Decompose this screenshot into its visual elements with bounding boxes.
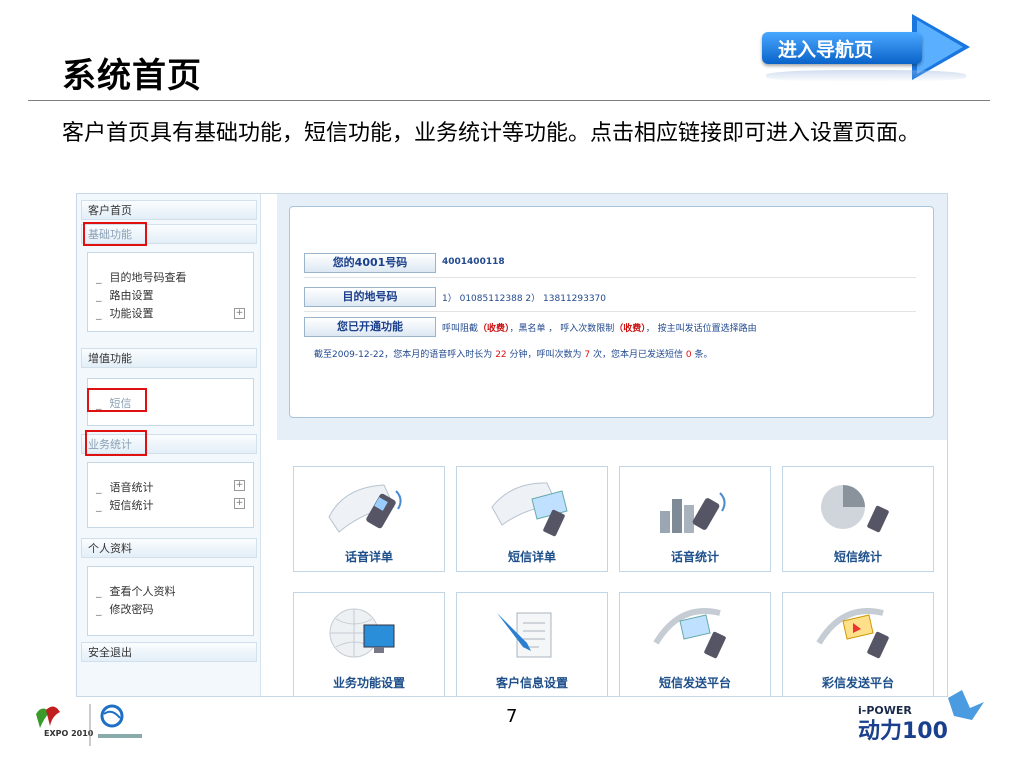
sidebar-item-sms-stats[interactable]: _ 短信统计 bbox=[96, 497, 154, 513]
expand-icon[interactable]: + bbox=[234, 480, 245, 491]
enter-navigation-button[interactable]: 进入导航页 bbox=[762, 14, 974, 86]
tile-label: 短信统计 bbox=[833, 550, 882, 564]
label-4001-number: 您的4001号码 bbox=[304, 253, 436, 273]
expand-icon[interactable]: + bbox=[234, 308, 245, 319]
dongli100-text: 动力100 bbox=[858, 719, 948, 744]
stats-panel: _ 语音统计 _ 短信统计 + + bbox=[87, 462, 254, 528]
sms-platform-icon bbox=[653, 608, 726, 659]
sidebar-item-logout[interactable]: 安全退出 bbox=[81, 642, 257, 662]
tile-sms-platform[interactable]: 短信发送平台 bbox=[619, 592, 771, 696]
sms-stats-icon bbox=[821, 485, 889, 533]
mms-platform-icon bbox=[816, 608, 889, 659]
tile-label: 短信详单 bbox=[507, 550, 556, 564]
sidebar-item-change-password[interactable]: _ 修改密码 bbox=[96, 601, 154, 617]
slide-description: 客户首页具有基础功能，短信功能，业务统计等功能。点击相应链接即可进入设置页面。 bbox=[62, 121, 921, 146]
tile-customer-info-settings[interactable]: 客户信息设置 bbox=[456, 592, 608, 696]
title-divider bbox=[28, 100, 990, 101]
sms-detail-icon bbox=[491, 482, 568, 537]
tile-label: 客户信息设置 bbox=[495, 676, 568, 690]
sidebar-item-value-added[interactable]: 增值功能 bbox=[81, 348, 257, 368]
page-number: 7 bbox=[506, 706, 518, 727]
value-destination-number: 1） 01085112388 2） 13811293370 bbox=[442, 294, 607, 304]
ipower-logo: i-POWER 动力100 bbox=[852, 690, 992, 750]
expand-icon[interactable]: + bbox=[234, 498, 245, 509]
sidebar: 客户首页 基础功能 _ 目的地号码查看 _ 路由设置 _ 功能设置 + 增值功能 _ 短… bbox=[77, 194, 261, 696]
sidebar-item-destination[interactable]: _ 目的地号码查看 bbox=[96, 269, 187, 285]
basic-panel: _ 目的地号码查看 _ 路由设置 _ 功能设置 + bbox=[87, 252, 254, 332]
monthly-usage-summary: 截至2009-12-22，您本月的语音呼入时长为 22 分钟，呼叫次数为 7 次… bbox=[314, 350, 713, 360]
tile-label: 话音详单 bbox=[344, 550, 393, 564]
tile-label: 彩信发送平台 bbox=[821, 676, 894, 690]
voice-stats-icon bbox=[660, 492, 726, 533]
sidebar-item-routing[interactable]: _ 路由设置 bbox=[96, 287, 154, 303]
expo-logo-text: EXPO 2010 bbox=[44, 729, 94, 738]
label-destination-number: 目的地号码 bbox=[304, 287, 436, 307]
tile-sms-detail[interactable]: 短信详单 bbox=[456, 466, 608, 572]
tile-label: 话音统计 bbox=[670, 550, 719, 564]
slide-title: 系统首页 bbox=[62, 56, 202, 96]
tile-service-settings[interactable]: 业务功能设置 bbox=[293, 592, 445, 696]
sidebar-item-view-profile[interactable]: _ 查看个人资料 bbox=[96, 583, 176, 599]
highlight-box bbox=[85, 430, 147, 456]
tile-label: 短信发送平台 bbox=[658, 676, 731, 690]
sidebar-item-profile[interactable]: 个人资料 bbox=[81, 538, 257, 558]
account-info-panel: 您的4001号码 4001400118 目的地号码 1） 01085112388… bbox=[289, 206, 934, 418]
voice-detail-icon bbox=[328, 484, 402, 533]
expo-china-mobile-logo: EXPO 2010 bbox=[32, 700, 162, 750]
highlight-box bbox=[83, 222, 147, 246]
tile-voice-detail[interactable]: 话音详单 bbox=[293, 466, 445, 572]
tile-mms-platform[interactable]: 彩信发送平台 bbox=[782, 592, 934, 696]
sidebar-item-features[interactable]: _ 功能设置 bbox=[96, 305, 154, 321]
customer-home-screenshot: 客户首页 基础功能 _ 目的地号码查看 _ 路由设置 _ 功能设置 + 增值功能 _ 短… bbox=[76, 193, 948, 697]
label-enabled-features: 您已开通功能 bbox=[304, 317, 436, 337]
enter-navigation-label: 进入导航页 bbox=[778, 39, 874, 61]
main-content: 您的4001号码 4001400118 目的地号码 1） 01085112388… bbox=[277, 194, 947, 696]
ipower-brand: i-POWER bbox=[858, 704, 912, 717]
document-pen-icon bbox=[497, 612, 552, 658]
value-enabled-features: 呼叫阻截（收费），黑名单 ， 呼入次数限制（收费）， 按主叫发话位置选择路由 bbox=[442, 324, 757, 334]
value-4001-number: 4001400118 bbox=[442, 257, 505, 267]
sidebar-item-home[interactable]: 客户首页 bbox=[81, 200, 257, 220]
profile-panel: _ 查看个人资料 _ 修改密码 bbox=[87, 566, 254, 636]
highlight-box bbox=[87, 388, 147, 412]
sidebar-item-voice-stats[interactable]: _ 语音统计 bbox=[96, 479, 154, 495]
tile-sms-stats[interactable]: 短信统计 bbox=[782, 466, 934, 572]
globe-monitor-icon bbox=[329, 608, 395, 658]
tile-voice-stats[interactable]: 话音统计 bbox=[619, 466, 771, 572]
tile-label: 业务功能设置 bbox=[332, 676, 405, 690]
